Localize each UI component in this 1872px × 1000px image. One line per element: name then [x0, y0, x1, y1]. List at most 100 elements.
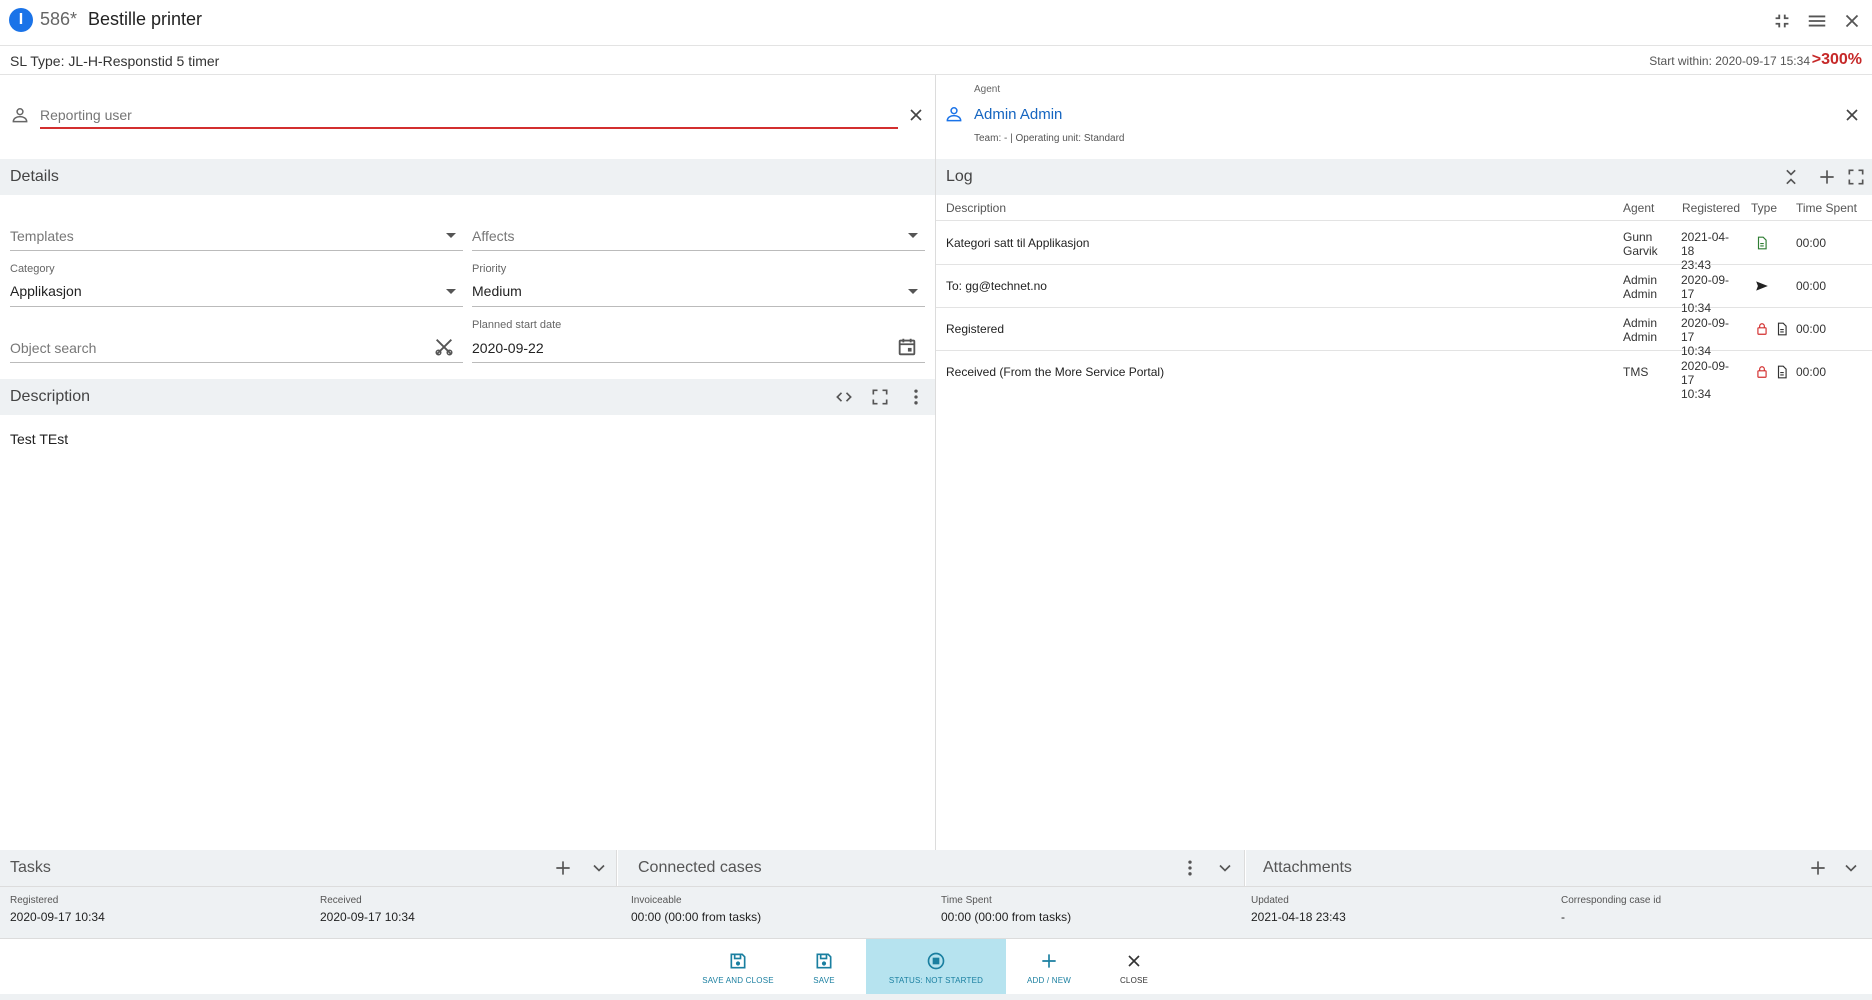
document-icon: [1755, 236, 1769, 250]
log-agent: TMS: [1623, 365, 1649, 379]
add-task-icon[interactable]: [553, 858, 573, 878]
info-time-spent: Time Spent 00:00 (00:00 from tasks): [941, 895, 1072, 924]
info-corresponding-case-id: Corresponding case id -: [1561, 895, 1662, 924]
details-title: Details: [10, 168, 59, 185]
save-button[interactable]: SAVE: [802, 939, 846, 995]
priority-select[interactable]: Medium: [472, 283, 522, 299]
add-attachment-icon[interactable]: [1808, 858, 1828, 878]
calendar-icon[interactable]: [896, 336, 918, 358]
priority-label: Priority: [472, 263, 507, 275]
affects-select[interactable]: Affects: [472, 228, 515, 244]
log-time-spent: 00:00: [1796, 279, 1827, 293]
category-dropdown-icon[interactable]: [443, 286, 459, 296]
fullscreen-icon[interactable]: [870, 387, 890, 407]
table-row[interactable]: Received (From the More Service Portal) …: [936, 351, 1872, 401]
log-col-type[interactable]: Type: [1751, 201, 1777, 215]
details-header: Details: [0, 159, 935, 195]
tasks-header: Tasks: [0, 850, 617, 886]
person-icon: [10, 105, 30, 125]
info-updated: Updated 2021-04-18 23:43: [1251, 895, 1346, 924]
affects-dropdown-icon[interactable]: [905, 230, 921, 240]
agent-name-link[interactable]: Admin Admin: [974, 106, 1062, 123]
log-table-header: Description Agent Registered Type Time S…: [936, 195, 1872, 221]
table-row[interactable]: Registered Admin Admin 2020-09-17 10:34 00…: [936, 308, 1872, 358]
case-type-badge: I: [9, 8, 33, 32]
add-log-icon[interactable]: [1817, 167, 1837, 187]
log-description: Received (From the More Service Portal): [946, 365, 1165, 379]
description-text[interactable]: Test TEst: [10, 431, 68, 447]
reporting-user-input[interactable]: [40, 103, 898, 127]
log-description: Kategori satt til Applikasjon: [946, 236, 1090, 250]
log-col-registered[interactable]: Registered: [1682, 201, 1740, 215]
info-received: Received 2020-09-17 10:34: [320, 895, 415, 924]
menu-icon[interactable]: [1806, 10, 1828, 32]
log-col-agent[interactable]: Agent: [1623, 201, 1654, 215]
lock-icon: [1755, 322, 1769, 336]
object-search-input[interactable]: Object search: [10, 340, 96, 356]
reporting-user-underline: [40, 127, 898, 129]
log-description: Registered: [946, 322, 1005, 336]
attachments-header: Attachments: [1246, 850, 1872, 886]
agent-label: Agent: [974, 84, 1001, 95]
clear-agent-icon[interactable]: [1842, 105, 1862, 125]
tasks-title: Tasks: [10, 859, 51, 876]
connected-cases-title: Connected cases: [638, 859, 762, 876]
log-col-description[interactable]: Description: [946, 201, 1006, 215]
more-vert-icon[interactable]: [906, 387, 926, 407]
table-row[interactable]: To: gg@technet.no Admin Admin 2020-09-17 1…: [936, 265, 1872, 315]
priority-underline: [472, 306, 925, 307]
priority-dropdown-icon[interactable]: [905, 286, 921, 296]
document-icon: [1775, 322, 1789, 336]
clear-reporter-icon[interactable]: [906, 105, 926, 125]
planned-start-input[interactable]: 2020-09-22: [472, 340, 544, 356]
page-title: Bestille printer: [88, 9, 203, 29]
attachments-title: Attachments: [1263, 859, 1352, 876]
planned-start-underline: [472, 362, 925, 363]
sl-bar: SL Type: JL-H-Responstid 5 timer Start w…: [0, 46, 1872, 75]
planned-start-label: Planned start date: [472, 319, 562, 331]
object-search-tool-icon[interactable]: [433, 336, 455, 358]
log-agent: Gunn Garvik: [1623, 230, 1658, 258]
templates-select[interactable]: Templates: [10, 228, 74, 244]
templates-dropdown-icon[interactable]: [443, 230, 459, 240]
more-vert-icon[interactable]: [1180, 858, 1200, 878]
log-fullscreen-icon[interactable]: [1846, 167, 1866, 187]
chevron-down-icon[interactable]: [1841, 858, 1861, 878]
collapse-all-icon[interactable]: [1781, 167, 1801, 187]
title-bar: I 586* Bestille printer: [0, 0, 1872, 46]
log-registered: 2020-09-17 10:34: [1681, 359, 1730, 401]
log-col-time-spent[interactable]: Time Spent: [1796, 201, 1857, 215]
lock-icon: [1755, 365, 1769, 379]
templates-underline: [10, 250, 463, 251]
save-and-close-button[interactable]: SAVE AND CLOSE: [702, 939, 774, 995]
log-header: Log: [936, 159, 1872, 195]
log-description: To: gg@technet.no: [946, 279, 1047, 293]
code-view-icon[interactable]: [834, 387, 854, 407]
reporting-user-row: [0, 75, 935, 159]
log-time-spent: 00:00: [1796, 365, 1827, 379]
footer-strip: [0, 994, 1872, 1000]
log-time-spent: 00:00: [1796, 236, 1827, 250]
info-bar: Registered 2020-09-17 10:34 Received 2020-…: [0, 886, 1872, 938]
collapse-icon[interactable]: [1771, 10, 1793, 32]
send-icon: [1755, 279, 1769, 293]
close-button[interactable]: CLOSE: [1112, 939, 1156, 995]
log-time-spent: 00:00: [1796, 322, 1827, 336]
description-header: Description: [0, 379, 935, 415]
overdue-percentage: >300%: [1811, 51, 1862, 68]
info-registered: Registered 2020-09-17 10:34: [10, 895, 105, 924]
close-window-icon[interactable]: [1841, 10, 1863, 32]
add-new-button[interactable]: ADD / NEW: [1020, 939, 1078, 995]
table-row[interactable]: Kategori satt til Applikasjon Gunn Garvik…: [936, 222, 1872, 272]
category-select[interactable]: Applikasjon: [10, 283, 82, 299]
agent-team-info: Team: - | Operating unit: Standard: [974, 133, 1125, 144]
connected-cases-header: Connected cases: [618, 850, 1245, 886]
chevron-down-icon[interactable]: [589, 858, 609, 878]
agent-person-icon: [944, 104, 964, 124]
case-number: 586*: [40, 9, 78, 29]
chevron-down-icon[interactable]: [1215, 858, 1235, 878]
status-button[interactable]: STATUS: NOT STARTED: [866, 939, 1006, 995]
object-search-underline: [10, 362, 463, 363]
info-invoiceable: Invoiceable 00:00 (00:00 from tasks): [631, 895, 762, 924]
agent-row: Agent Admin Admin Team: - | Operating un…: [936, 75, 1872, 159]
